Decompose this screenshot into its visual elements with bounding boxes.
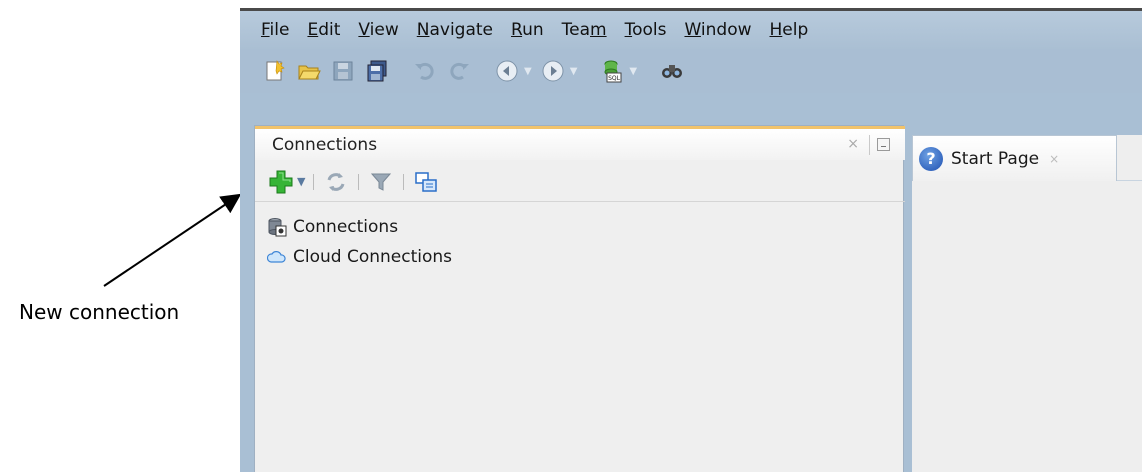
menu-run[interactable]: Run [511, 20, 544, 40]
tree-item-label: Connections [293, 217, 399, 237]
back-dropdown-icon[interactable]: ▼ [524, 66, 532, 77]
sql-worksheet-icon[interactable]: SQL [599, 58, 625, 84]
open-folder-icon[interactable] [296, 58, 322, 84]
new-connection-dropdown-icon[interactable]: ▼ [297, 175, 305, 188]
sql-dropdown-icon[interactable]: ▼ [629, 66, 637, 77]
undo-icon[interactable] [412, 58, 438, 84]
binoculars-icon[interactable] [659, 58, 685, 84]
menu-navigate[interactable]: Navigate [417, 20, 493, 40]
menu-help[interactable]: Help [770, 20, 809, 40]
forward-dropdown-icon[interactable]: ▼ [570, 66, 578, 77]
connections-tree: Connections Cloud Connections [267, 212, 452, 272]
toolbar-separator [403, 173, 405, 190]
menu-view[interactable]: View [358, 20, 398, 40]
help-icon: ? [919, 146, 943, 171]
schema-browser-icon[interactable] [412, 168, 440, 196]
annotation-arrow [103, 193, 242, 287]
menu-team[interactable]: Team [562, 20, 607, 40]
header-divider [869, 135, 870, 155]
menu-window[interactable]: Window [684, 20, 751, 40]
page: New connection File Edit View Navigate R… [0, 0, 1142, 472]
connections-header: Connections × [255, 126, 905, 160]
svg-text:SQL: SQL [608, 75, 621, 82]
cloud-icon [267, 247, 287, 267]
back-icon[interactable] [494, 58, 520, 84]
tree-item-cloud-connections[interactable]: Cloud Connections [267, 242, 452, 272]
filter-icon[interactable] [367, 168, 395, 196]
new-file-icon[interactable] [262, 58, 288, 84]
toolbar-separator [313, 173, 315, 190]
menubar: File Edit View Navigate Run Team Tools W… [240, 11, 1142, 49]
menu-edit[interactable]: Edit [307, 20, 340, 40]
tab-start-page-label: Start Page [951, 148, 1040, 169]
forward-icon[interactable] [540, 58, 566, 84]
menu-file[interactable]: File [261, 20, 289, 40]
add-icon [269, 170, 293, 193]
connections-panel-title: Connections [272, 134, 378, 155]
refresh-icon[interactable] [322, 168, 350, 196]
save-icon[interactable] [330, 58, 356, 84]
new-connection-button[interactable] [267, 168, 295, 196]
app-window: File Edit View Navigate Run Team Tools W… [240, 8, 1142, 472]
redo-icon[interactable] [446, 58, 472, 84]
toolbar-separator [358, 173, 360, 190]
minimize-icon[interactable] [877, 138, 890, 151]
database-icon [267, 217, 287, 237]
tree-item-label: Cloud Connections [293, 247, 453, 267]
connections-close-button[interactable]: × [847, 136, 859, 152]
save-all-icon[interactable] [364, 58, 390, 84]
tab-start-page[interactable]: ? Start Page × [912, 135, 1117, 181]
menu-tools[interactable]: Tools [625, 20, 667, 40]
connections-panel: Connections × ▼ Connections Cloud Connec… [254, 125, 905, 472]
editor-area [912, 135, 1142, 472]
main-toolbar: ▼ ▼ SQL ▼ [240, 49, 1142, 93]
tab-close-button[interactable]: × [1049, 152, 1059, 166]
annotation-label: New connection [19, 300, 180, 324]
tree-item-connections[interactable]: Connections [267, 212, 452, 242]
connections-toolbar: ▼ [255, 162, 905, 202]
